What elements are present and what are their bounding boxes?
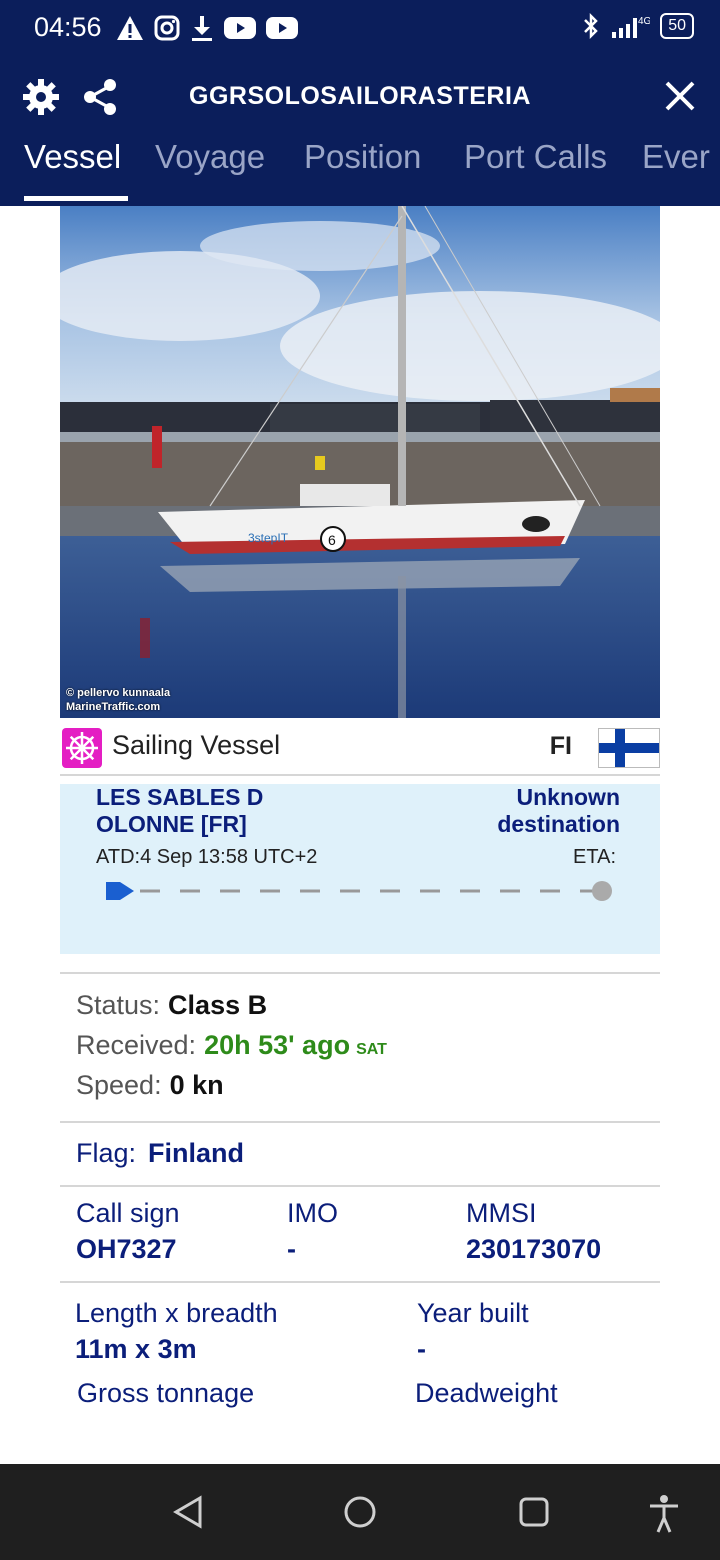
received-row: Received: 20h 53' ago SAT [76,1030,387,1061]
vessel-type: Sailing Vessel [112,730,281,760]
received-label: Received: [76,1030,197,1060]
photo-credit-source: MarineTraffic.com [66,701,161,713]
vessel-type-row: Sailing Vessel FI [60,720,660,776]
destination-marker-icon [592,881,612,901]
tab-events[interactable]: Ever [642,138,710,176]
battery-icon: 50 [660,13,694,39]
close-icon[interactable] [662,78,698,114]
photo-credit: © pellervo kunnaala MarineTraffic.com [66,686,170,714]
sail-number: 6 [328,532,336,548]
identifiers-row: Call sign OH7327 IMO - MMSI 230173070 [60,1188,660,1280]
bluetooth-icon [584,12,598,40]
eta-line: ETA: [573,846,616,869]
status-block: Status: Class B Received: 20h 53' ago SAT S… [60,984,660,1120]
vessel-photo-image: 6 3stepIT [60,206,660,718]
speed-value: 0 kn [169,1070,224,1100]
mmsi-value: 230173070 [466,1234,602,1264]
signal-icon: 4G [612,16,650,38]
voyage-progress-track [106,881,612,901]
ship-wheel-icon [62,728,102,768]
year-built-label: Year built [417,1298,529,1328]
received-value: 20h 53' ago [204,1030,351,1060]
speed-row: Speed: 0 kn [76,1070,224,1101]
atd-value: 4 Sep 13:58 UTC+2 [140,846,318,868]
active-tab-indicator [24,196,128,201]
received-source: SAT [356,1041,387,1058]
vessel-position-icon [106,882,134,900]
finland-flag-icon [598,728,660,768]
vessel-photo[interactable]: 6 3stepIT © pellervo kunnaala MarineTraf… [60,206,660,718]
gross-tonnage-label: Gross tonnage [77,1378,255,1408]
home-icon[interactable] [342,1494,378,1530]
divider [60,1121,660,1123]
divider [60,1185,660,1187]
back-icon[interactable] [170,1494,206,1530]
accessibility-icon[interactable] [646,1494,682,1534]
tab-vessel[interactable]: Vessel [24,138,121,176]
departure-port: LES SABLES D OLONNE [FR] [96,784,264,837]
notification-icons [116,14,298,42]
clock: 04:56 [34,12,102,42]
year-built-value: - [417,1334,426,1364]
eta-label: ETA: [573,846,616,868]
imo-label: IMO [287,1198,338,1228]
length-value: 11m x 3m [75,1334,197,1364]
callsign-label: Call sign [76,1198,180,1228]
tab-port-calls[interactable]: Port Calls [464,138,607,176]
tab-voyage[interactable]: Voyage [155,138,265,176]
status-value: Class B [168,990,268,1020]
deadweight-label: Deadweight [415,1378,558,1408]
flag-code: FI [549,732,572,760]
status-row: Status: Class B [76,990,267,1021]
divider [60,1281,660,1283]
destination-port: Unknown destination [497,784,620,837]
callsign-value: OH7327 [76,1234,177,1264]
system-navigation-bar [0,1464,720,1560]
status-label: Status: [76,990,161,1020]
flag-value: Finland [148,1138,244,1168]
divider [60,972,660,974]
system-icons: 4G 50 [582,12,694,40]
dimensions-block: Length x breadth 11m x 3m Year built - G… [60,1284,660,1424]
imo-value: - [287,1234,296,1264]
download-icon [192,16,212,41]
hull-text: 3stepIT [248,531,289,545]
youtube-icon [266,17,298,39]
app-bar: GGRSOLOSAILORASTERIA Vessel Voyage Posit… [0,56,720,206]
recents-icon[interactable] [516,1494,552,1530]
photo-credit-author: © pellervo kunnaala [66,687,171,699]
instagram-icon [154,15,180,41]
atd-line: ATD:4 Sep 13:58 UTC+2 [96,846,317,869]
status-bar: 04:56 4G 50 [0,0,720,56]
flag-row: Flag: Finland [60,1124,660,1184]
atd-label: ATD: [96,846,141,868]
tab-position[interactable]: Position [304,138,421,176]
length-label: Length x breadth [75,1298,278,1328]
mmsi-label: MMSI [466,1198,537,1228]
network-type: 4G [638,16,650,27]
youtube-icon [224,17,256,39]
speed-label: Speed: [76,1070,162,1100]
voyage-summary[interactable]: LES SABLES D OLONNE [FR] Unknown destina… [60,784,660,954]
warning-icon [117,16,143,40]
tab-bar: Vessel Voyage Position Port Calls Ever [0,138,720,206]
flag-label: Flag: [76,1138,137,1168]
vessel-name-title: GGRSOLOSAILORASTERIA [189,82,531,110]
